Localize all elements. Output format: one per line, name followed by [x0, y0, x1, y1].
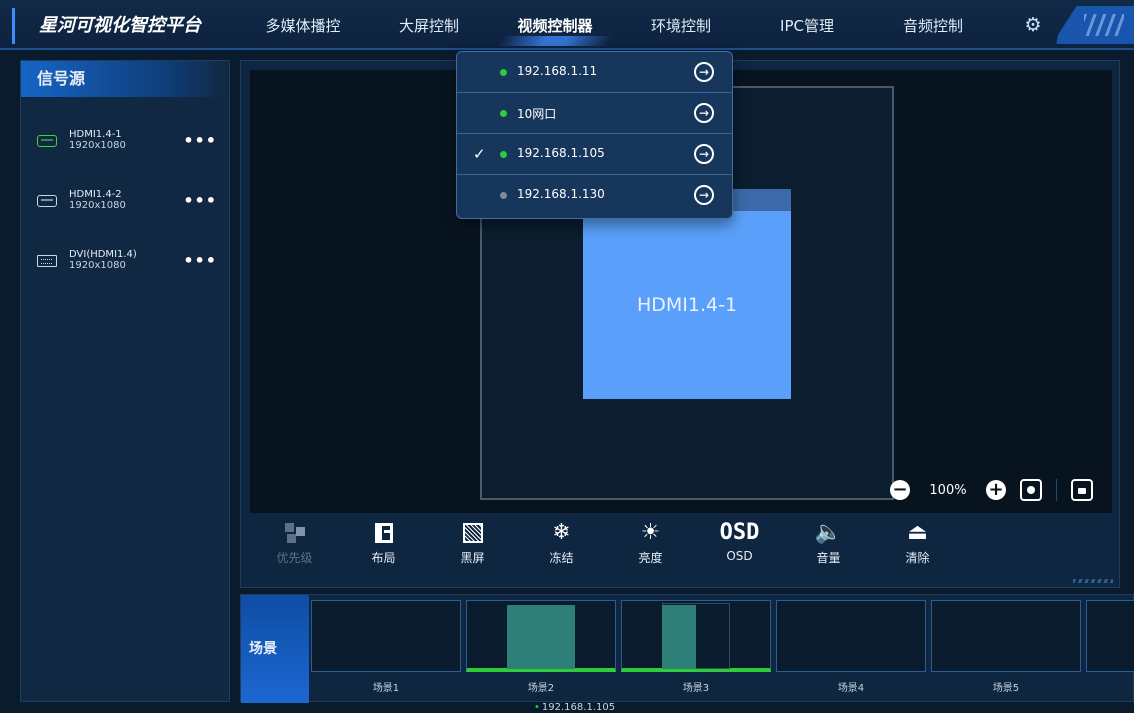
layout-button[interactable]: 布局: [339, 519, 428, 579]
dvi-icon: [37, 255, 57, 267]
scene-name: 场景5: [992, 683, 1020, 694]
volume-button[interactable]: 🔈 音量: [784, 519, 873, 579]
more-icon[interactable]: •••: [183, 253, 217, 269]
corner-decoration: [1052, 6, 1134, 44]
osd-icon: OSD: [719, 520, 760, 545]
arrow-right-icon[interactable]: →: [694, 62, 714, 82]
brightness-button[interactable]: ☀ 亮度: [606, 519, 695, 579]
zoom-out-icon[interactable]: −: [890, 480, 910, 500]
lock-view-icon[interactable]: [1071, 479, 1093, 501]
device-option-4[interactable]: 192.168.1.130 →: [457, 175, 732, 216]
arrow-right-icon[interactable]: →: [694, 144, 714, 164]
freeze-button[interactable]: ❄ 冻结: [517, 519, 606, 579]
scene-bar: 场景 场景1 场景2 场景3 场景4 场景5: [240, 594, 1134, 703]
scene-card-6[interactable]: [1086, 600, 1134, 672]
clear-icon: ⏏: [907, 520, 928, 545]
more-icon[interactable]: •••: [183, 193, 217, 209]
corner-decoration: [1073, 579, 1113, 583]
nav-tab-multimedia[interactable]: 多媒体播控: [240, 0, 366, 50]
brightness-icon: ☀: [640, 520, 661, 545]
osd-button[interactable]: OSD OSD: [695, 519, 784, 579]
volume-icon: 🔈: [814, 520, 843, 545]
status-device-ip: 192.168.1.105: [534, 702, 615, 713]
priority-icon: [250, 519, 339, 547]
more-icon[interactable]: •••: [183, 133, 217, 149]
zoom-level: 100%: [929, 482, 967, 498]
black-screen-button[interactable]: 黑屏: [428, 519, 517, 579]
priority-button[interactable]: 优先级: [250, 519, 339, 579]
app-root: 星河可视化智控平台 多媒体播控 大屏控制 视频控制器 环境控制 IPC管理 音频…: [0, 0, 1134, 713]
scene-card-1[interactable]: [311, 600, 461, 672]
scene-name: 场景2: [527, 683, 555, 694]
nav-tab-environment[interactable]: 环境控制: [618, 0, 744, 50]
source-resolution: 1920x1080: [69, 140, 126, 151]
scene-name: 场景3: [682, 683, 710, 694]
source-name: HDMI1.4-2: [69, 189, 122, 200]
device-dropdown: 192.168.1.11 → 10网口 → ✓ 192.168.1.105 → …: [456, 51, 733, 219]
hdmi-icon: [37, 135, 57, 147]
nav-tab-big-screen[interactable]: 大屏控制: [366, 0, 492, 50]
device-option-2[interactable]: 10网口 →: [457, 93, 732, 134]
arrow-right-icon[interactable]: →: [694, 185, 714, 205]
scene-card-2[interactable]: [466, 600, 616, 672]
zoom-in-icon[interactable]: +: [986, 480, 1006, 500]
black-screen-icon: [428, 519, 517, 547]
nav-tab-ipc[interactable]: IPC管理: [744, 0, 870, 50]
scene-card-4[interactable]: [776, 600, 926, 672]
wall-toolbar: 优先级 布局 黑屏 ❄ 冻结 ☀ 亮度 OSD OSD 🔈 音量 ⏏ 清除: [250, 519, 1112, 579]
online-status-dot: [500, 69, 507, 76]
source-item-dvi[interactable]: DVI(HDMI1.4) 1920x1080 •••: [37, 243, 217, 279]
main-nav: 多媒体播控 大屏控制 视频控制器 环境控制 IPC管理 音频控制: [240, 0, 996, 50]
source-panel-title: 信号源: [21, 61, 229, 97]
app-title: 星河可视化智控平台: [12, 8, 222, 44]
scene-card-5[interactable]: [931, 600, 1081, 672]
nav-tab-video-controller[interactable]: 视频控制器: [492, 0, 618, 50]
source-resolution: 1920x1080: [69, 260, 126, 271]
check-icon: ✓: [473, 145, 486, 163]
hdmi-icon: [37, 195, 57, 207]
source-resolution: 1920x1080: [69, 200, 126, 211]
offline-status-dot: [500, 192, 507, 199]
clear-button[interactable]: ⏏ 清除: [873, 519, 962, 579]
divider: [1056, 479, 1057, 501]
source-panel: 信号源 HDMI1.4-1 1920x1080 ••• HDMI1.4-2 19…: [20, 60, 230, 702]
scene-window-thumb: [507, 605, 575, 669]
snowflake-icon: ❄: [552, 520, 571, 545]
source-name: HDMI1.4-1: [69, 129, 122, 140]
arrow-right-icon[interactable]: →: [694, 103, 714, 123]
source-name: DVI(HDMI1.4): [69, 249, 137, 260]
online-status-dot: [500, 151, 507, 158]
scene-name: 场景1: [372, 683, 400, 694]
scene-window-thumb: [662, 605, 696, 669]
device-option-3[interactable]: ✓ 192.168.1.105 →: [457, 134, 732, 175]
gear-icon[interactable]: ⚙: [1022, 14, 1044, 36]
online-status-dot: [500, 110, 507, 117]
fit-screen-icon[interactable]: [1020, 479, 1042, 501]
scene-card-3[interactable]: [621, 600, 771, 672]
video-window[interactable]: HDMI1.4-1: [583, 211, 791, 399]
scene-bar-title: 场景: [241, 595, 309, 703]
zoom-controls: − 100% +: [890, 478, 1093, 502]
source-item-hdmi1[interactable]: HDMI1.4-1 1920x1080 •••: [37, 123, 217, 159]
layout-icon: [339, 519, 428, 547]
top-bar: 星河可视化智控平台 多媒体播控 大屏控制 视频控制器 环境控制 IPC管理 音频…: [0, 0, 1134, 50]
device-option-1[interactable]: 192.168.1.11 →: [457, 52, 732, 93]
nav-tab-audio[interactable]: 音频控制: [870, 0, 996, 50]
source-item-hdmi2[interactable]: HDMI1.4-2 1920x1080 •••: [37, 183, 217, 219]
scene-name: 场景4: [837, 683, 865, 694]
